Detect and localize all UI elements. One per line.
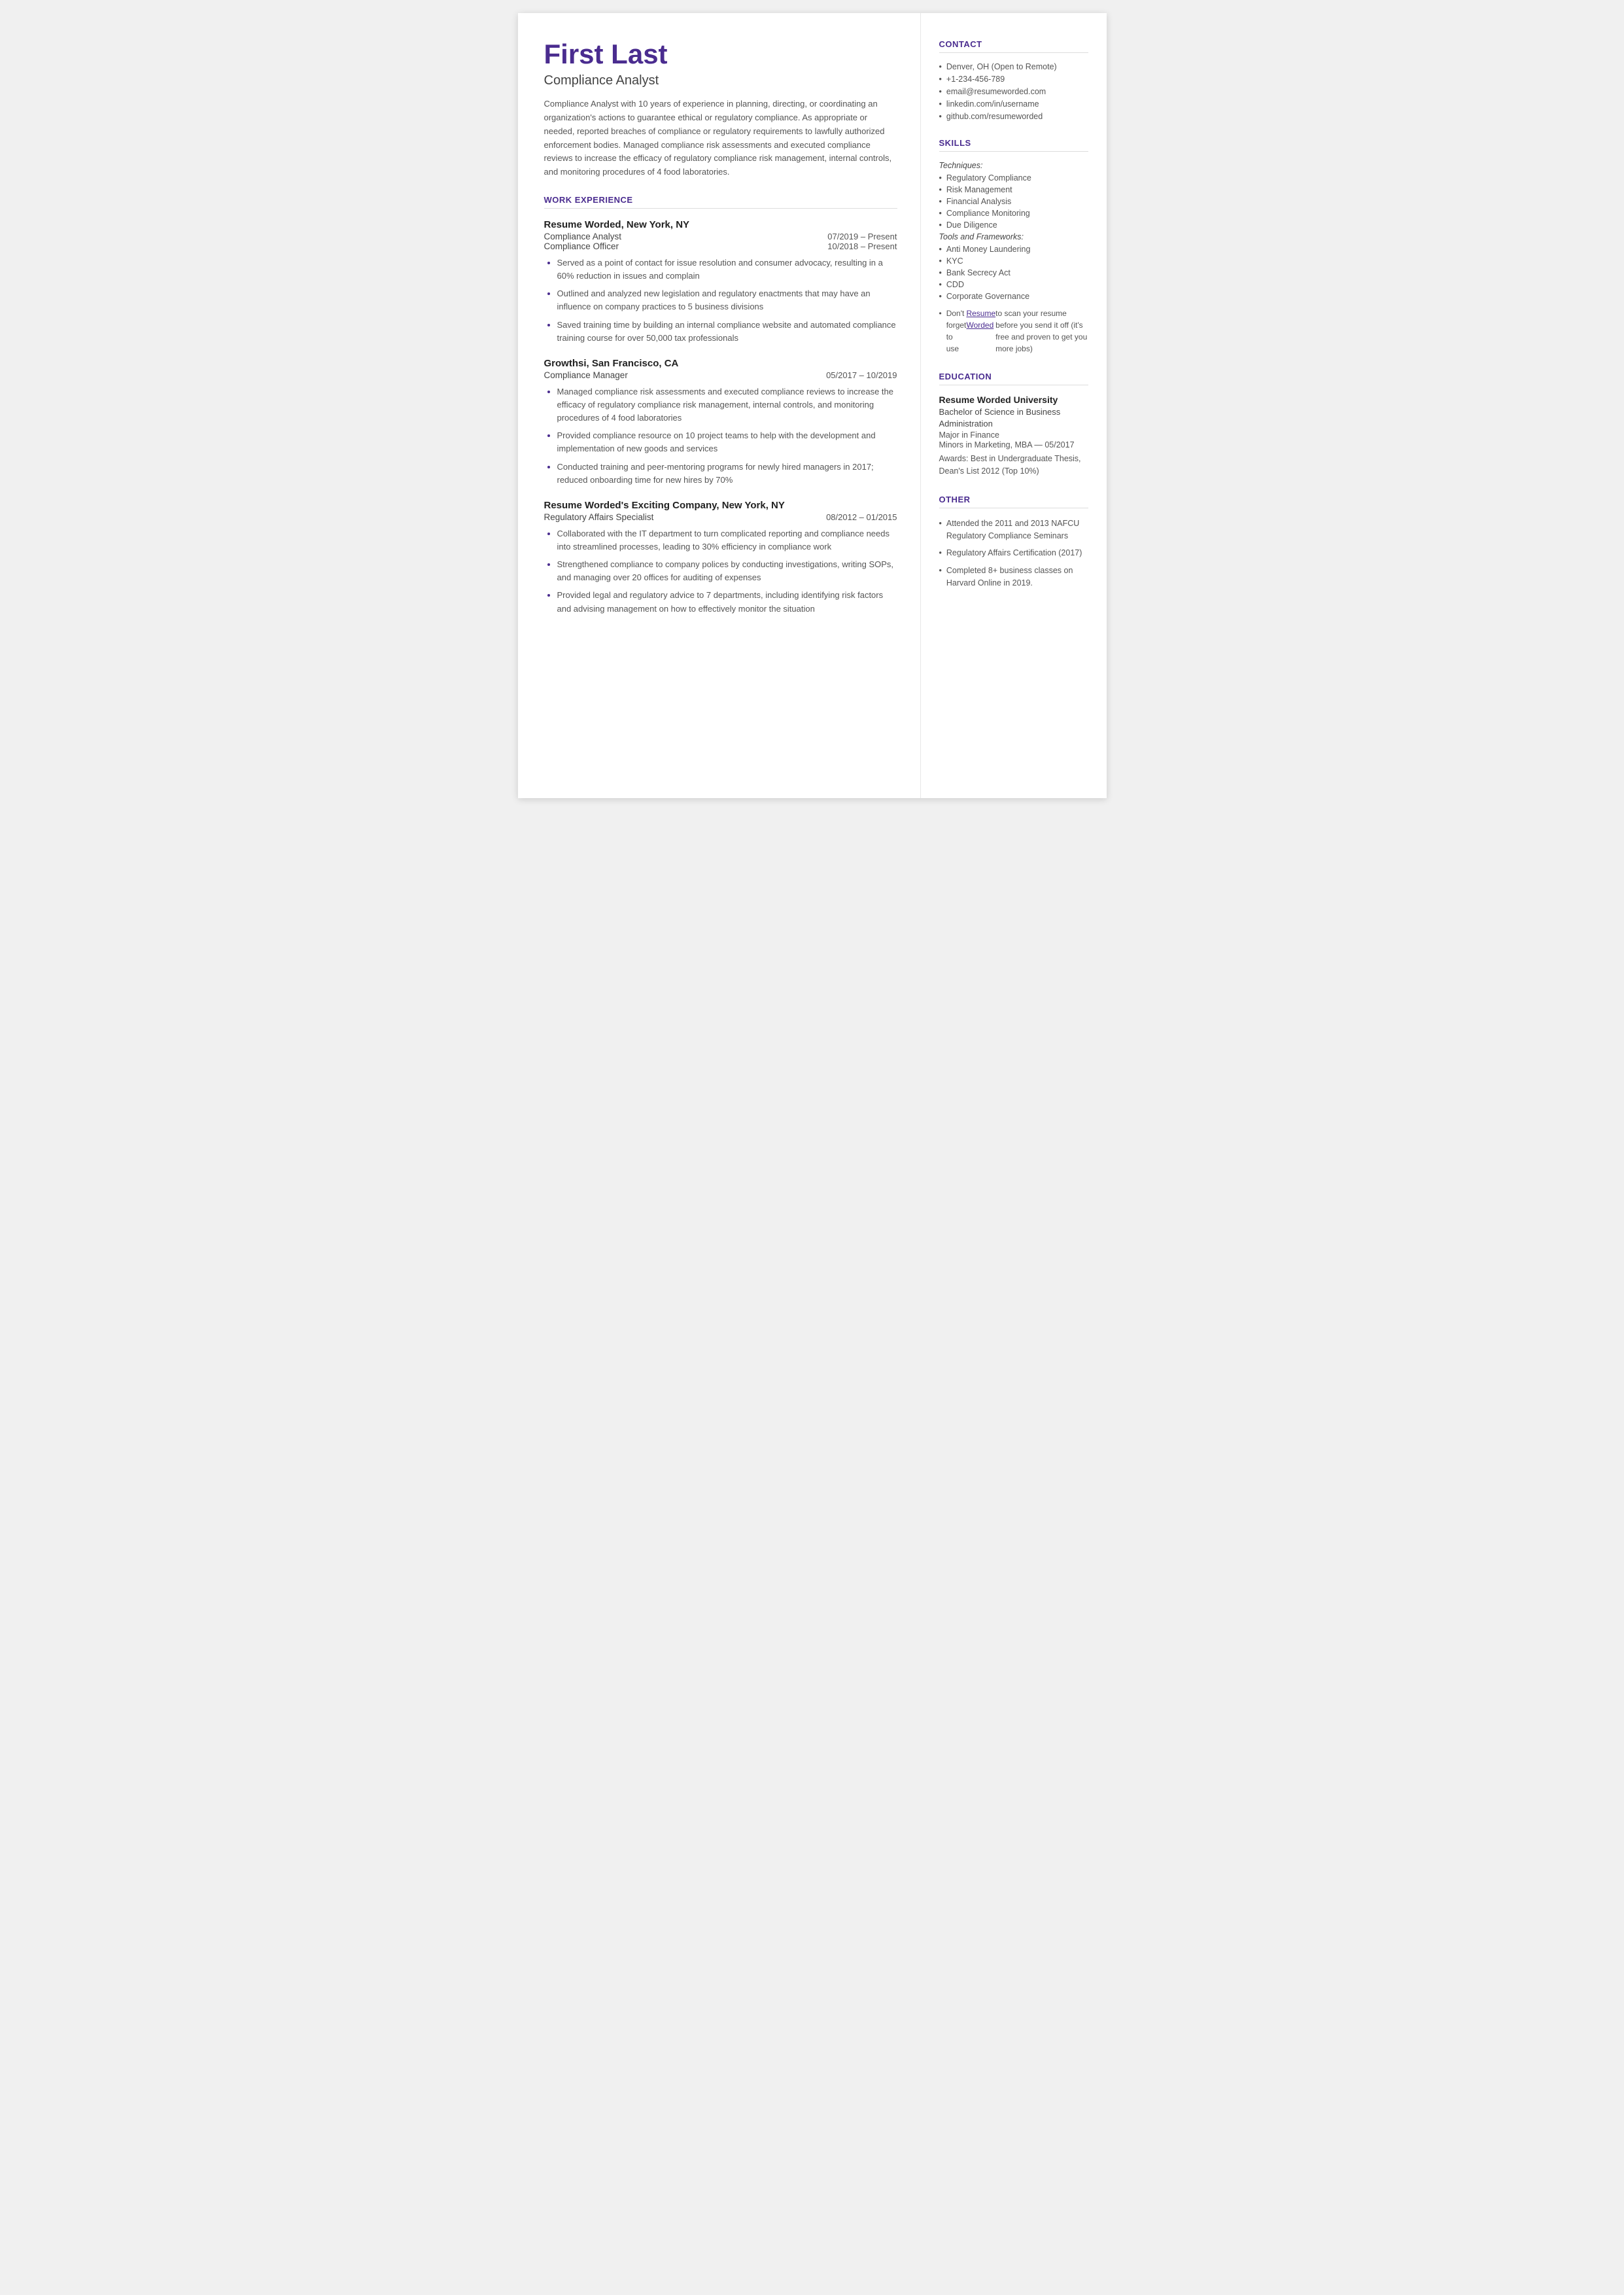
other-section: OTHER Attended the 2011 and 2013 NAFCU R… (939, 495, 1088, 589)
role-title-2a: Compliance Manager (544, 370, 628, 380)
role-dates-1a: 07/2019 – Present (827, 232, 897, 241)
skill-kyc: KYC (939, 256, 1088, 266)
edu-awards: Awards: Best in Undergraduate Thesis, De… (939, 453, 1088, 478)
skill-financial-analysis: Financial Analysis (939, 197, 1088, 206)
education-header: EDUCATION (939, 372, 1088, 385)
edu-degree: Bachelor of Science in Business Administ… (939, 406, 1088, 430)
skill-due-diligence: Due Diligence (939, 220, 1088, 230)
other-item-3: Completed 8+ business classes on Harvard… (939, 565, 1088, 589)
skill-bank-secrecy: Bank Secrecy Act (939, 268, 1088, 277)
company-name-1: Resume Worded, New York, NY (544, 219, 897, 230)
role-title-1b: Compliance Officer (544, 241, 619, 251)
candidate-name: First Last (544, 39, 897, 69)
job-bullets-1: Served as a point of contact for issue r… (544, 256, 897, 345)
edu-school: Resume Worded University (939, 394, 1088, 405)
other-header: OTHER (939, 495, 1088, 508)
bullet-1-1: Served as a point of contact for issue r… (557, 256, 897, 283)
bullet-3-2: Strengthened compliance to company polic… (557, 558, 897, 584)
role-dates-3a: 08/2012 – 01/2015 (826, 512, 897, 522)
edu-major: Major in Finance (939, 430, 1088, 440)
skill-risk-management: Risk Management (939, 185, 1088, 194)
candidate-title: Compliance Analyst (544, 73, 897, 88)
bullet-2-1: Managed compliance risk assessments and … (557, 385, 897, 425)
role-title-3a: Regulatory Affairs Specialist (544, 512, 654, 522)
resume-worded-link[interactable]: Resume Worded (966, 307, 995, 331)
education-section: EDUCATION Resume Worded University Bache… (939, 372, 1088, 478)
resume-page: First Last Compliance Analyst Compliance… (518, 13, 1107, 798)
role-dates-2a: 05/2017 – 10/2019 (826, 370, 897, 380)
techniques-label: Techniques: (939, 161, 1088, 170)
job-bullets-3: Collaborated with the IT department to t… (544, 527, 897, 616)
role-row-2a: Compliance Manager 05/2017 – 10/2019 (544, 370, 897, 380)
job-block-1: Resume Worded, New York, NY Compliance A… (544, 219, 897, 345)
contact-linkedin[interactable]: linkedin.com/in/username (939, 99, 1088, 109)
role-row-1b: Compliance Officer 10/2018 – Present (544, 241, 897, 251)
other-item-1: Attended the 2011 and 2013 NAFCU Regulat… (939, 517, 1088, 542)
work-experience-header: WORK EXPERIENCE (544, 195, 897, 209)
contact-phone: +1-234-456-789 (939, 75, 1088, 84)
contact-email: email@resumeworded.com (939, 87, 1088, 96)
company-name-3: Resume Worded's Exciting Company, New Yo… (544, 500, 897, 511)
skills-note: Don't forget to use Resume Worded to sca… (939, 307, 1088, 355)
bullet-1-2: Outlined and analyzed new legislation an… (557, 287, 897, 313)
bullet-1-3: Saved training time by building an inter… (557, 319, 897, 345)
edu-minors: Minors in Marketing, MBA — 05/2017 (939, 440, 1088, 449)
role-title-1a: Compliance Analyst (544, 232, 622, 241)
contact-location: Denver, OH (Open to Remote) (939, 62, 1088, 71)
skill-aml: Anti Money Laundering (939, 245, 1088, 254)
job-block-3: Resume Worded's Exciting Company, New Yo… (544, 500, 897, 616)
bullet-2-3: Conducted training and peer-mentoring pr… (557, 461, 897, 487)
contact-section: CONTACT Denver, OH (Open to Remote) +1-2… (939, 39, 1088, 121)
skill-cdd: CDD (939, 280, 1088, 289)
job-bullets-2: Managed compliance risk assessments and … (544, 385, 897, 487)
tools-label: Tools and Frameworks: (939, 232, 1088, 241)
bullet-2-2: Provided compliance resource on 10 proje… (557, 429, 897, 455)
skill-regulatory-compliance: Regulatory Compliance (939, 173, 1088, 183)
contact-github[interactable]: github.com/resumeworded (939, 112, 1088, 121)
bullet-3-1: Collaborated with the IT department to t… (557, 527, 897, 553)
skills-header: SKILLS (939, 138, 1088, 152)
role-row-3a: Regulatory Affairs Specialist 08/2012 – … (544, 512, 897, 522)
contact-header: CONTACT (939, 39, 1088, 53)
job-block-2: Growthsi, San Francisco, CA Compliance M… (544, 358, 897, 487)
left-column: First Last Compliance Analyst Compliance… (518, 13, 920, 798)
role-dates-1b: 10/2018 – Present (827, 241, 897, 251)
role-row-1a: Compliance Analyst 07/2019 – Present (544, 232, 897, 241)
skill-compliance-monitoring: Compliance Monitoring (939, 209, 1088, 218)
other-item-2: Regulatory Affairs Certification (2017) (939, 547, 1088, 559)
bullet-3-3: Provided legal and regulatory advice to … (557, 589, 897, 615)
right-column: CONTACT Denver, OH (Open to Remote) +1-2… (920, 13, 1107, 798)
skill-corporate-governance: Corporate Governance (939, 292, 1088, 301)
summary-text: Compliance Analyst with 10 years of expe… (544, 97, 897, 179)
skills-section: SKILLS Techniques: Regulatory Compliance… (939, 138, 1088, 355)
company-name-2: Growthsi, San Francisco, CA (544, 358, 897, 369)
